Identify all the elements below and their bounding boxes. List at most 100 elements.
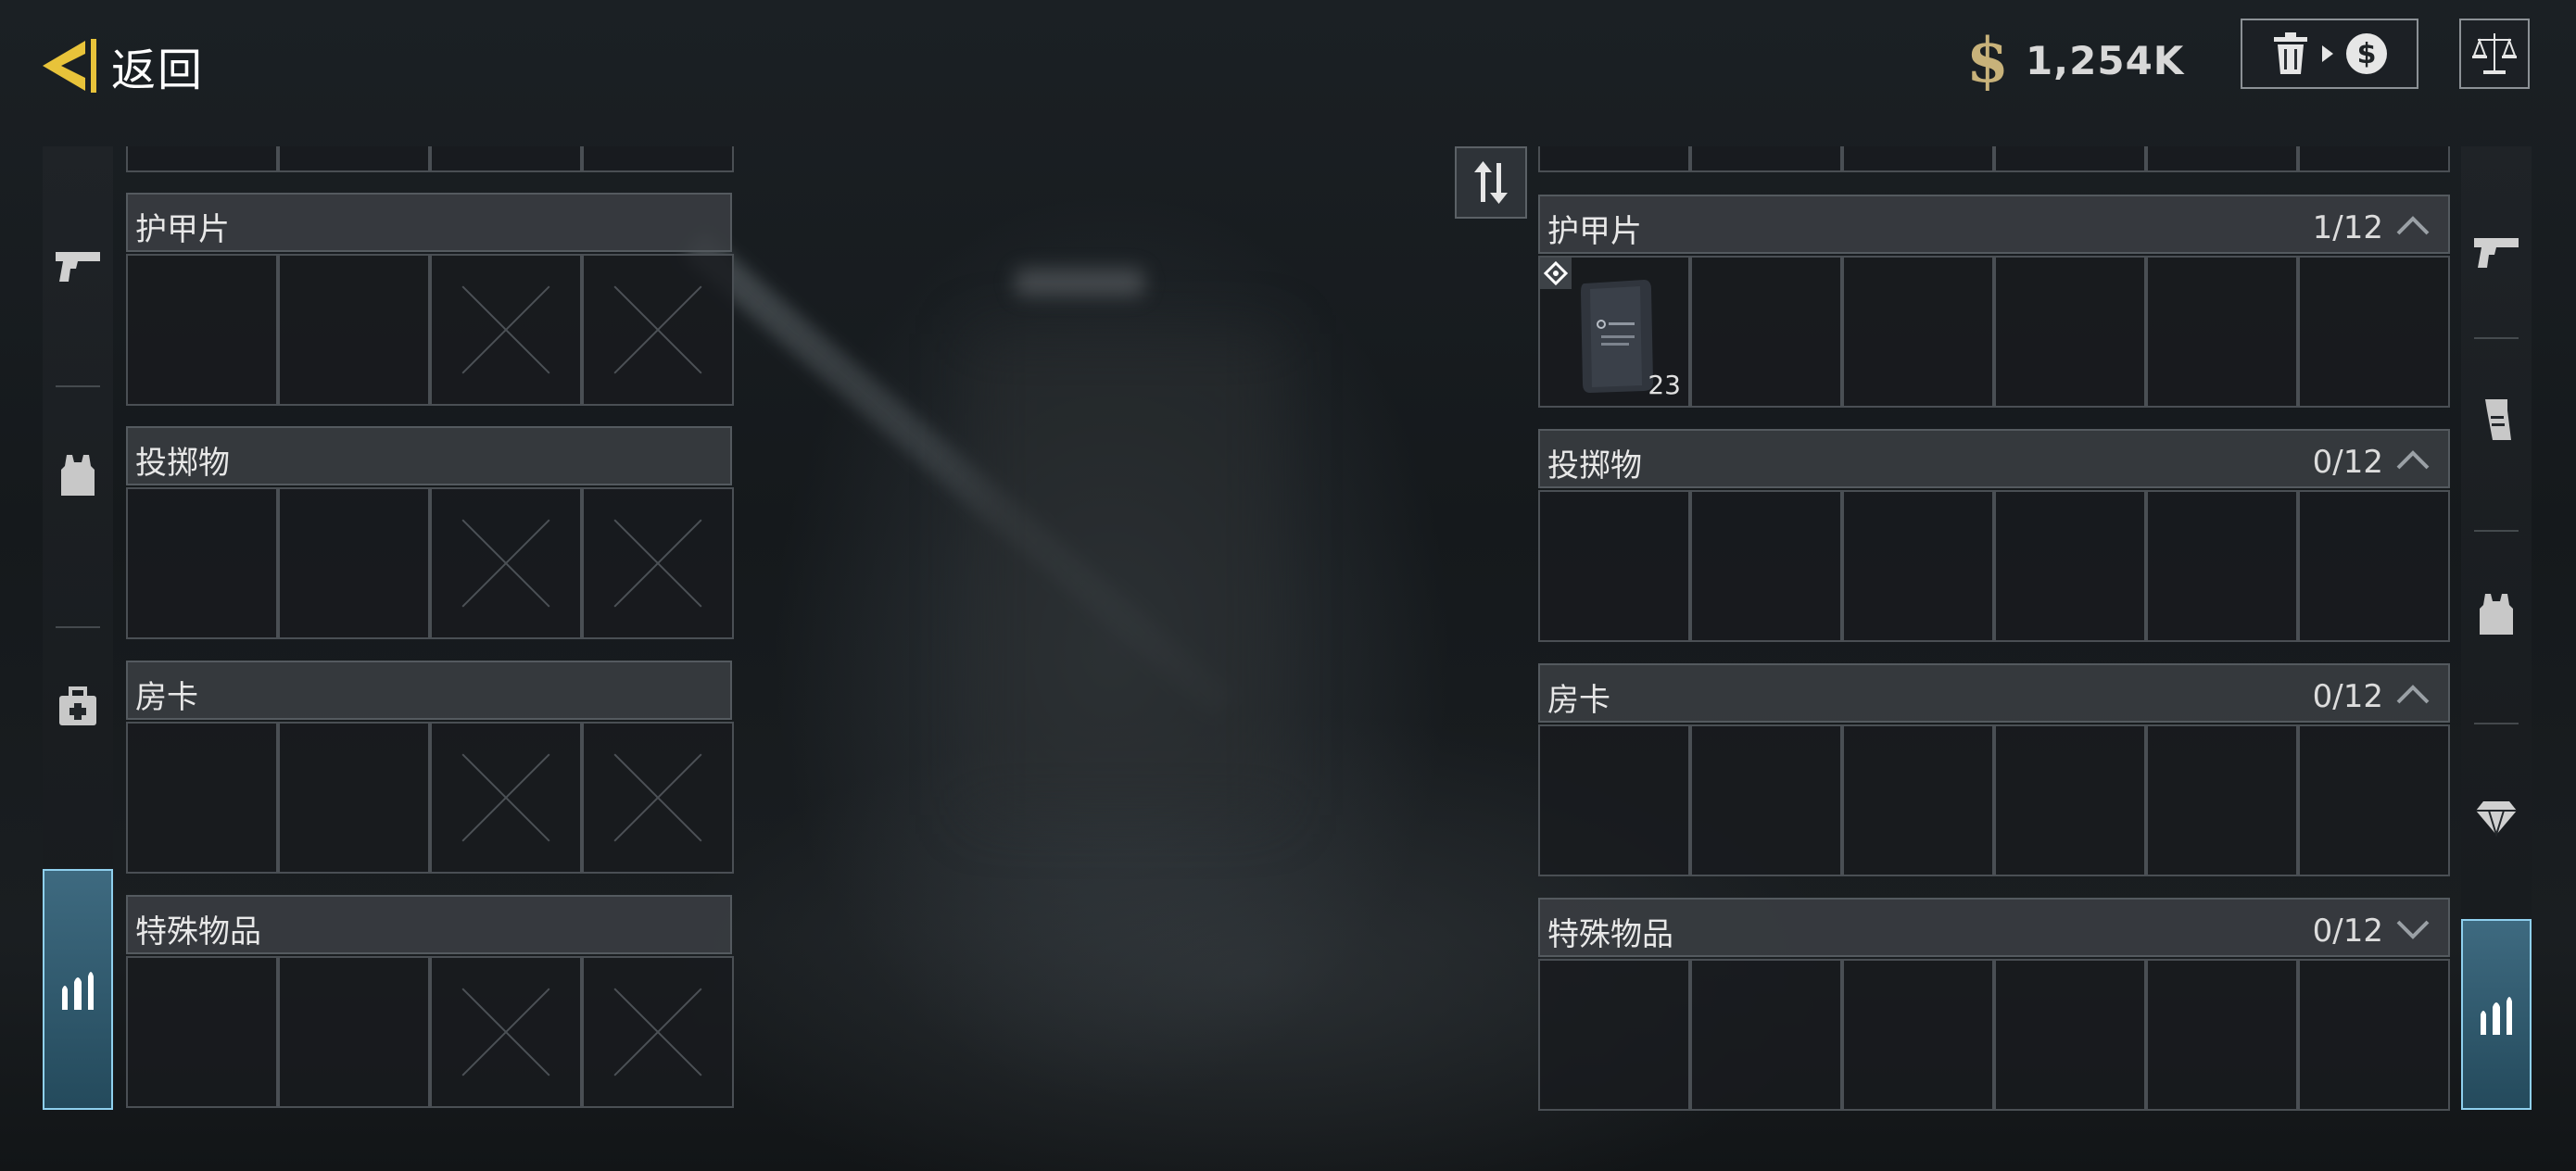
chevron-up-icon[interactable] bbox=[2394, 213, 2431, 239]
money-display: $ 1,254K bbox=[1966, 24, 2184, 96]
grid-slot[interactable] bbox=[2298, 146, 2450, 172]
grid-slot[interactable] bbox=[2298, 724, 2450, 876]
slot-grid bbox=[126, 254, 734, 406]
back-label: 返回 bbox=[111, 44, 205, 96]
grid-slot[interactable] bbox=[1538, 724, 1690, 876]
left-section-armor-plates: 护甲片 bbox=[126, 193, 734, 408]
grid-slot[interactable] bbox=[1994, 256, 2146, 408]
grid-slot[interactable] bbox=[1690, 146, 1842, 172]
compare-button[interactable] bbox=[2459, 19, 2530, 89]
chevron-up-icon[interactable] bbox=[2394, 447, 2431, 473]
right-category-sidebar bbox=[2461, 146, 2532, 1110]
grid-slot[interactable] bbox=[126, 254, 278, 406]
grid-slot[interactable] bbox=[126, 146, 278, 172]
sidebar-divider bbox=[2474, 530, 2519, 532]
grid-slot[interactable] bbox=[1842, 959, 1994, 1111]
grid-slot[interactable] bbox=[1842, 146, 1994, 172]
background-door bbox=[973, 334, 1279, 815]
grid-slot[interactable] bbox=[278, 956, 430, 1108]
section-title: 房卡 bbox=[1547, 682, 1610, 719]
sell-trash-button[interactable]: $ bbox=[2241, 19, 2418, 89]
grid-slot[interactable] bbox=[582, 146, 734, 172]
arrow-right-icon bbox=[2322, 45, 2333, 62]
grid-slot[interactable] bbox=[1538, 146, 1690, 172]
back-button[interactable]: 返回 bbox=[37, 33, 204, 98]
locked-x-icon bbox=[461, 988, 550, 1077]
locked-x-icon bbox=[461, 519, 550, 608]
vest-icon bbox=[2480, 594, 2513, 635]
grid-slot[interactable] bbox=[1994, 146, 2146, 172]
grid-slot[interactable] bbox=[1842, 256, 1994, 408]
right-section-special-items: 特殊物品 0/12 bbox=[1538, 898, 2450, 1113]
sidebar-item-armor[interactable] bbox=[2461, 563, 2532, 665]
sidebar-item-medical[interactable] bbox=[43, 656, 113, 758]
locked-x-icon bbox=[461, 285, 550, 374]
grid-slot[interactable] bbox=[2146, 959, 2298, 1111]
section-title: 护甲片 bbox=[135, 211, 230, 248]
sidebar-item-ammo[interactable] bbox=[2461, 919, 2532, 1110]
grid-slot[interactable] bbox=[430, 146, 582, 172]
grid-slot[interactable] bbox=[2146, 146, 2298, 172]
sidebar-item-ammo[interactable] bbox=[43, 869, 113, 1110]
left-section-special-items: 特殊物品 bbox=[126, 895, 734, 1110]
grid-slot[interactable] bbox=[126, 722, 278, 874]
grid-slot[interactable] bbox=[278, 254, 430, 406]
grid-slot[interactable] bbox=[1994, 490, 2146, 642]
grid-slot[interactable] bbox=[1842, 490, 1994, 642]
grid-slot[interactable] bbox=[1538, 490, 1690, 642]
section-header[interactable]: 护甲片 1/12 bbox=[1538, 195, 2450, 254]
grid-slot[interactable] bbox=[2298, 256, 2450, 408]
section-header[interactable]: 特殊物品 0/12 bbox=[1538, 898, 2450, 957]
locked-x-icon bbox=[461, 753, 550, 842]
grid-slot[interactable] bbox=[2146, 256, 2298, 408]
ammo-icon bbox=[2481, 997, 2512, 1035]
right-section-throwables: 投掷物 0/12 bbox=[1538, 429, 2450, 644]
sidebar-item-weapon[interactable] bbox=[2461, 202, 2532, 304]
grid-slot[interactable] bbox=[2298, 959, 2450, 1111]
grid-slot[interactable] bbox=[126, 956, 278, 1108]
slot-grid bbox=[126, 722, 734, 874]
section-header: 投掷物 bbox=[126, 426, 732, 485]
section-header[interactable]: 投掷物 0/12 bbox=[1538, 429, 2450, 488]
medkit-icon bbox=[59, 686, 96, 725]
section-count: 0/12 bbox=[2312, 444, 2383, 481]
sidebar-item-armor[interactable] bbox=[43, 424, 113, 526]
grid-slot[interactable] bbox=[1994, 959, 2146, 1111]
grid-slot[interactable] bbox=[1690, 724, 1842, 876]
locked-slot bbox=[582, 956, 734, 1108]
chevron-down-icon[interactable] bbox=[2394, 916, 2431, 942]
grid-slot[interactable] bbox=[278, 146, 430, 172]
section-title: 房卡 bbox=[135, 679, 198, 716]
grid-slot[interactable] bbox=[278, 722, 430, 874]
section-title: 投掷物 bbox=[1547, 447, 1642, 485]
grid-slot[interactable] bbox=[126, 487, 278, 639]
sidebar-item-valuables[interactable] bbox=[2461, 767, 2532, 869]
grid-slot[interactable] bbox=[1842, 724, 1994, 876]
grid-slot[interactable] bbox=[2146, 724, 2298, 876]
grid-slot[interactable] bbox=[1538, 959, 1690, 1111]
left-section-throwables: 投掷物 bbox=[126, 426, 734, 641]
section-header: 护甲片 bbox=[126, 193, 732, 252]
grid-slot[interactable] bbox=[2298, 490, 2450, 642]
item-slot-armor-plate[interactable]: 23 bbox=[1538, 256, 1690, 408]
chevron-up-icon[interactable] bbox=[2394, 682, 2431, 708]
grid-slot[interactable] bbox=[278, 487, 430, 639]
slot-grid bbox=[126, 487, 734, 639]
grid-slot[interactable] bbox=[1690, 256, 1842, 408]
locked-slot bbox=[582, 487, 734, 639]
section-count: 1/12 bbox=[2312, 209, 2383, 246]
section-header[interactable]: 房卡 0/12 bbox=[1538, 663, 2450, 723]
grid-slot[interactable] bbox=[1994, 724, 2146, 876]
sidebar-item-weapon[interactable] bbox=[43, 211, 113, 322]
sidebar-item-magazine[interactable] bbox=[2461, 369, 2532, 471]
sidebar-divider bbox=[2474, 337, 2519, 339]
left-partial-row bbox=[126, 146, 734, 172]
section-count: 0/12 bbox=[2312, 678, 2383, 715]
grid-slot[interactable] bbox=[1690, 490, 1842, 642]
left-category-sidebar bbox=[43, 146, 113, 1110]
section-count: 0/12 bbox=[2312, 913, 2383, 950]
grid-slot[interactable] bbox=[2146, 490, 2298, 642]
grid-slot[interactable] bbox=[1690, 959, 1842, 1111]
slot-grid bbox=[126, 956, 734, 1108]
swap-button[interactable] bbox=[1455, 146, 1527, 219]
